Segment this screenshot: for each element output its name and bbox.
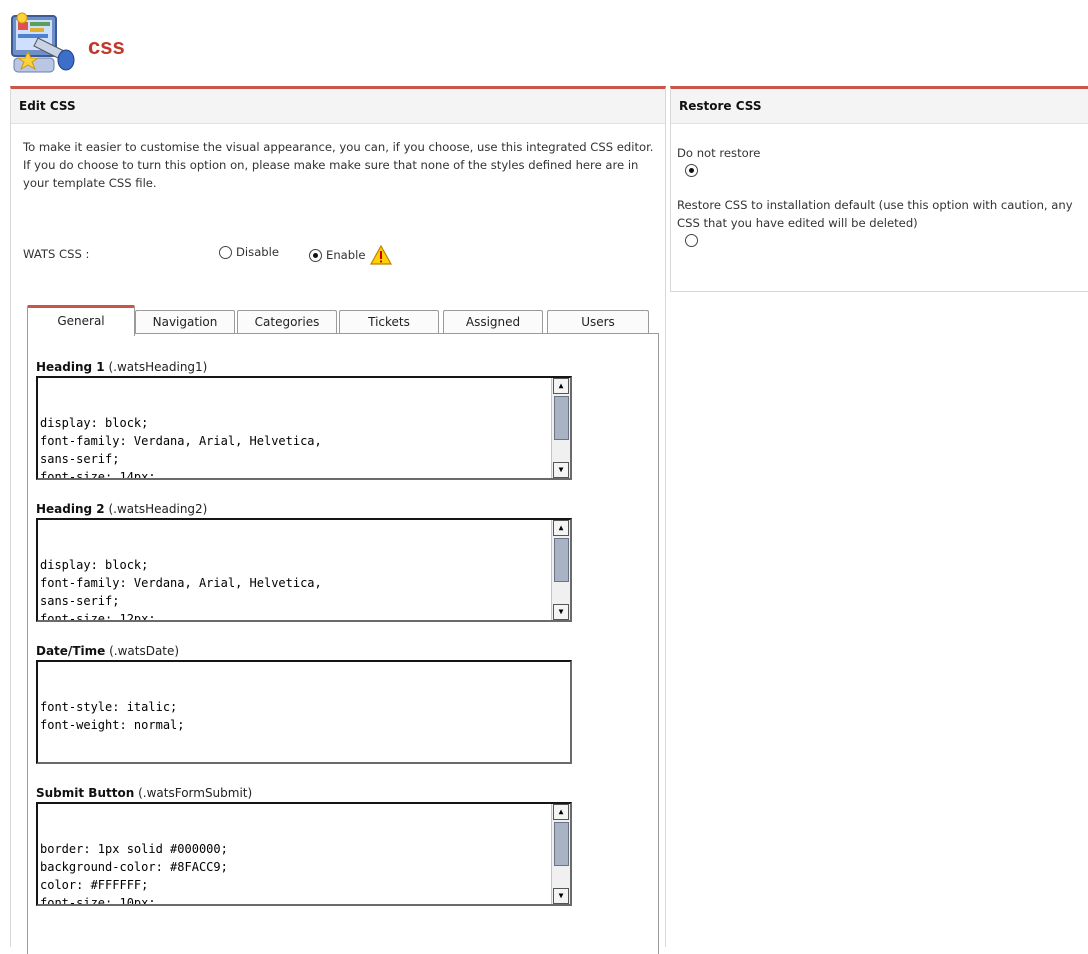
tab-categories[interactable]: Categories	[237, 310, 337, 333]
do-not-restore-radio[interactable]	[685, 164, 698, 177]
enable-radio-label: Enable	[326, 248, 366, 262]
tab-general[interactable]: General	[27, 305, 135, 336]
scroll-up-icon[interactable]: ▲	[553, 520, 569, 536]
submit-button-css-textarea[interactable]: border: 1px solid #000000; background-co…	[36, 802, 572, 906]
general-tab-content: Heading 1 (.watsHeading1) display: block…	[27, 333, 659, 954]
wats-css-label: WATS CSS :	[23, 247, 90, 261]
wats-css-enable-option[interactable]: Enable	[309, 245, 392, 265]
datetime-field: Date/Time (.watsDate) font-style: italic…	[36, 642, 576, 764]
heading1-scrollbar[interactable]: ▲ ▼	[551, 378, 570, 478]
tab-users[interactable]: Users	[547, 310, 649, 333]
scroll-thumb[interactable]	[554, 822, 569, 866]
heading2-css-textarea[interactable]: display: block; font-family: Verdana, Ar…	[36, 518, 572, 622]
submit-button-field: Submit Button (.watsFormSubmit) border: …	[36, 784, 576, 906]
tab-tickets[interactable]: Tickets	[339, 310, 439, 333]
css-section-tabs: General Navigation Categories Tickets As…	[27, 305, 657, 336]
wats-css-toggle-row: WATS CSS : Disable Enable	[23, 239, 663, 269]
heading2-scrollbar[interactable]: ▲ ▼	[551, 520, 570, 620]
restore-css-heading: Restore CSS	[671, 89, 1088, 124]
edit-css-panel: Edit CSS To make it easier to customise …	[10, 86, 666, 954]
restore-css-panel: Restore CSS Do not restore Restore CSS t…	[670, 86, 1088, 292]
heading1-field: Heading 1 (.watsHeading1) display: block…	[36, 358, 576, 480]
restore-default-radio[interactable]	[685, 234, 698, 247]
heading2-field: Heading 2 (.watsHeading2) display: block…	[36, 500, 576, 622]
do-not-restore-label: Do not restore	[677, 146, 761, 160]
warning-triangle-icon	[369, 245, 392, 265]
tab-assigned[interactable]: Assigned	[443, 310, 543, 333]
scroll-thumb[interactable]	[554, 396, 569, 440]
edit-css-heading: Edit CSS	[11, 89, 665, 124]
scroll-down-icon[interactable]: ▼	[553, 462, 569, 478]
scroll-up-icon[interactable]: ▲	[553, 804, 569, 820]
scroll-down-icon[interactable]: ▼	[553, 604, 569, 620]
datetime-css-textarea[interactable]: font-style: italic; font-weight: normal;	[36, 660, 572, 764]
page-header: css	[8, 8, 308, 80]
datetime-label: Date/Time (.watsDate)	[36, 644, 180, 658]
submit-button-scrollbar[interactable]: ▲ ▼	[551, 804, 570, 904]
wats-css-disable-option[interactable]: Disable	[219, 245, 279, 259]
edit-css-description: To make it easier to customise the visua…	[23, 140, 654, 190]
scroll-thumb[interactable]	[554, 538, 569, 582]
scroll-down-icon[interactable]: ▼	[553, 888, 569, 904]
css-editor-logo-icon	[11, 12, 75, 73]
restore-options: Do not restore Restore CSS to installati…	[671, 124, 1088, 256]
heading1-label: Heading 1 (.watsHeading1)	[36, 360, 208, 374]
tab-navigation[interactable]: Navigation	[135, 310, 235, 333]
heading2-label: Heading 2 (.watsHeading2)	[36, 502, 208, 516]
enable-radio[interactable]	[309, 248, 322, 262]
disable-radio-label: Disable	[236, 245, 280, 259]
disable-radio[interactable]	[219, 245, 232, 259]
restore-default-label: Restore CSS to installation default (use…	[677, 198, 1073, 230]
scroll-up-icon[interactable]: ▲	[553, 378, 569, 394]
submit-button-label: Submit Button (.watsFormSubmit)	[36, 786, 253, 800]
page-title: css	[88, 34, 125, 59]
heading1-css-textarea[interactable]: display: block; font-family: Verdana, Ar…	[36, 376, 572, 480]
